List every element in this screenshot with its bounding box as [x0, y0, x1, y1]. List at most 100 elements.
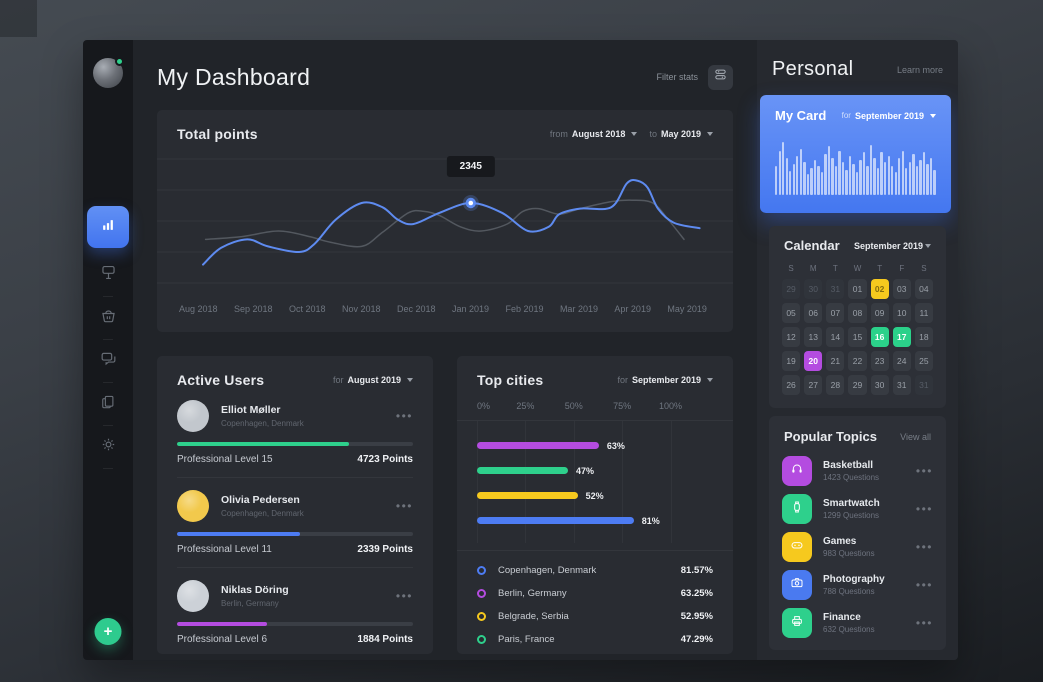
more-options-icon[interactable]: ••• — [916, 620, 933, 626]
popular-topics-title: Popular Topics — [784, 429, 877, 444]
more-options-icon[interactable]: ••• — [916, 506, 933, 512]
filter-stats: Filter stats — [656, 65, 733, 90]
more-options-icon[interactable]: ••• — [396, 593, 413, 599]
calendar-title: Calendar — [784, 238, 840, 253]
calendar-day[interactable]: 20 — [804, 351, 822, 371]
weekday-label: F — [893, 264, 911, 273]
add-button[interactable]: + — [95, 618, 122, 645]
level-progress-bar — [177, 442, 413, 446]
calendar-day[interactable]: 05 — [782, 303, 800, 323]
top-cities-period-dropdown[interactable]: for September 2019 — [617, 375, 713, 385]
calendar-day[interactable]: 06 — [804, 303, 822, 323]
calendar-day[interactable]: 13 — [804, 327, 822, 347]
calendar-day[interactable]: 26 — [782, 375, 800, 395]
active-users-period-dropdown[interactable]: for August 2019 — [333, 375, 413, 385]
calendar-day[interactable]: 18 — [915, 327, 933, 347]
more-options-icon[interactable]: ••• — [916, 582, 933, 588]
calendar-day[interactable]: 21 — [826, 351, 844, 371]
activity-bar — [814, 160, 816, 195]
sidebar-item-stats[interactable] — [87, 206, 129, 248]
user-photo-avatar[interactable] — [177, 400, 209, 432]
sidebar-item-settings[interactable] — [98, 437, 118, 457]
calendar-day[interactable]: 01 — [848, 279, 866, 299]
topic-row[interactable]: Games983 Questions••• — [782, 532, 933, 562]
personal-sidebar: Personal Learn more My Card for Septembe… — [757, 40, 958, 660]
sidebar-item-announcements[interactable] — [98, 265, 118, 285]
calendar-day[interactable]: 17 — [893, 327, 911, 347]
legend-value: 81.57% — [681, 565, 713, 576]
active-users-list: Elliot MøllerCopenhagen, Denmark•••Profe… — [177, 388, 413, 645]
sidebar-divider — [103, 296, 113, 297]
page-title: My Dashboard — [157, 64, 310, 91]
level-progress-bar — [177, 532, 413, 536]
to-date-dropdown[interactable]: to May 2019 — [649, 129, 713, 139]
topic-question-count: 632 Questions — [823, 625, 916, 634]
from-date-dropdown[interactable]: from August 2018 — [550, 129, 638, 139]
more-options-icon[interactable]: ••• — [916, 544, 933, 550]
x-axis-label: Oct 2018 — [289, 304, 326, 320]
calendar-day[interactable]: 04 — [915, 279, 933, 299]
calendar-day[interactable]: 10 — [893, 303, 911, 323]
user-avatar[interactable] — [93, 58, 123, 88]
sidebar-item-basket[interactable] — [98, 308, 118, 328]
topic-question-count: 1299 Questions — [823, 511, 916, 520]
calendar-period-dropdown[interactable]: September 2019 — [854, 241, 931, 251]
user-photo-avatar[interactable] — [177, 490, 209, 522]
calendar-day[interactable]: 16 — [871, 327, 889, 347]
calendar-day[interactable]: 12 — [782, 327, 800, 347]
sidebar-item-documents[interactable] — [98, 394, 118, 414]
calendar-day[interactable]: 14 — [826, 327, 844, 347]
topic-row[interactable]: Finance632 Questions••• — [782, 608, 933, 638]
calendar-day[interactable]: 07 — [826, 303, 844, 323]
calendar-day[interactable]: 19 — [782, 351, 800, 371]
calendar-day[interactable]: 30 — [804, 279, 822, 299]
topic-row[interactable]: Photography788 Questions••• — [782, 570, 933, 600]
calendar-day[interactable]: 27 — [804, 375, 822, 395]
activity-bar — [863, 152, 865, 195]
my-card-panel[interactable]: My Card for September 2019 — [760, 95, 951, 213]
calendar-day[interactable]: 15 — [848, 327, 866, 347]
activity-bar — [884, 162, 886, 195]
sidebar-item-messages[interactable] — [98, 351, 118, 371]
more-options-icon[interactable]: ••• — [396, 413, 413, 419]
calendar-day[interactable]: 28 — [826, 375, 844, 395]
calendar-day[interactable]: 11 — [915, 303, 933, 323]
activity-bar — [782, 142, 784, 195]
learn-more-link[interactable]: Learn more — [897, 65, 943, 75]
calendar-day[interactable]: 31 — [915, 375, 933, 395]
calendar-day[interactable]: 09 — [871, 303, 889, 323]
activity-bar — [870, 145, 872, 195]
percent-axis: 0%25%50%75%100% — [477, 401, 713, 413]
calendar-day[interactable]: 08 — [848, 303, 866, 323]
calendar-day[interactable]: 02 — [871, 279, 889, 299]
topic-name: Basketball — [823, 460, 916, 471]
more-options-icon[interactable]: ••• — [396, 503, 413, 509]
sidebar-divider — [103, 382, 113, 383]
filter-stats-label[interactable]: Filter stats — [656, 72, 698, 82]
my-card-period-dropdown[interactable]: for September 2019 — [842, 111, 936, 121]
topic-row[interactable]: Smartwatch1299 Questions••• — [782, 494, 933, 524]
calendar-day[interactable]: 03 — [893, 279, 911, 299]
filter-stats-button[interactable] — [708, 65, 733, 90]
x-axis-label: May 2019 — [667, 304, 707, 320]
calendar-day[interactable]: 23 — [871, 351, 889, 371]
dashboard-app-window: + My Dashboard Filter stats Total points — [83, 40, 958, 660]
calendar-day[interactable]: 29 — [782, 279, 800, 299]
calendar-day[interactable]: 29 — [848, 375, 866, 395]
view-all-link[interactable]: View all — [900, 432, 931, 442]
calendar-day[interactable]: 30 — [871, 375, 889, 395]
calendar-day[interactable]: 31 — [893, 375, 911, 395]
more-options-icon[interactable]: ••• — [916, 468, 933, 474]
calendar-day[interactable]: 31 — [826, 279, 844, 299]
line-chart-svg — [157, 154, 733, 294]
legend-ring-icon — [477, 635, 486, 644]
calendar-day[interactable]: 22 — [848, 351, 866, 371]
activity-bar — [821, 172, 823, 195]
user-photo-avatar[interactable] — [177, 580, 209, 612]
x-axis-label: Mar 2019 — [560, 304, 598, 320]
user-level: Professional Level 11 — [177, 544, 272, 555]
calendar-day[interactable]: 24 — [893, 351, 911, 371]
chevron-down-icon — [407, 378, 413, 382]
topic-row[interactable]: Basketball1423 Questions••• — [782, 456, 933, 486]
calendar-day[interactable]: 25 — [915, 351, 933, 371]
